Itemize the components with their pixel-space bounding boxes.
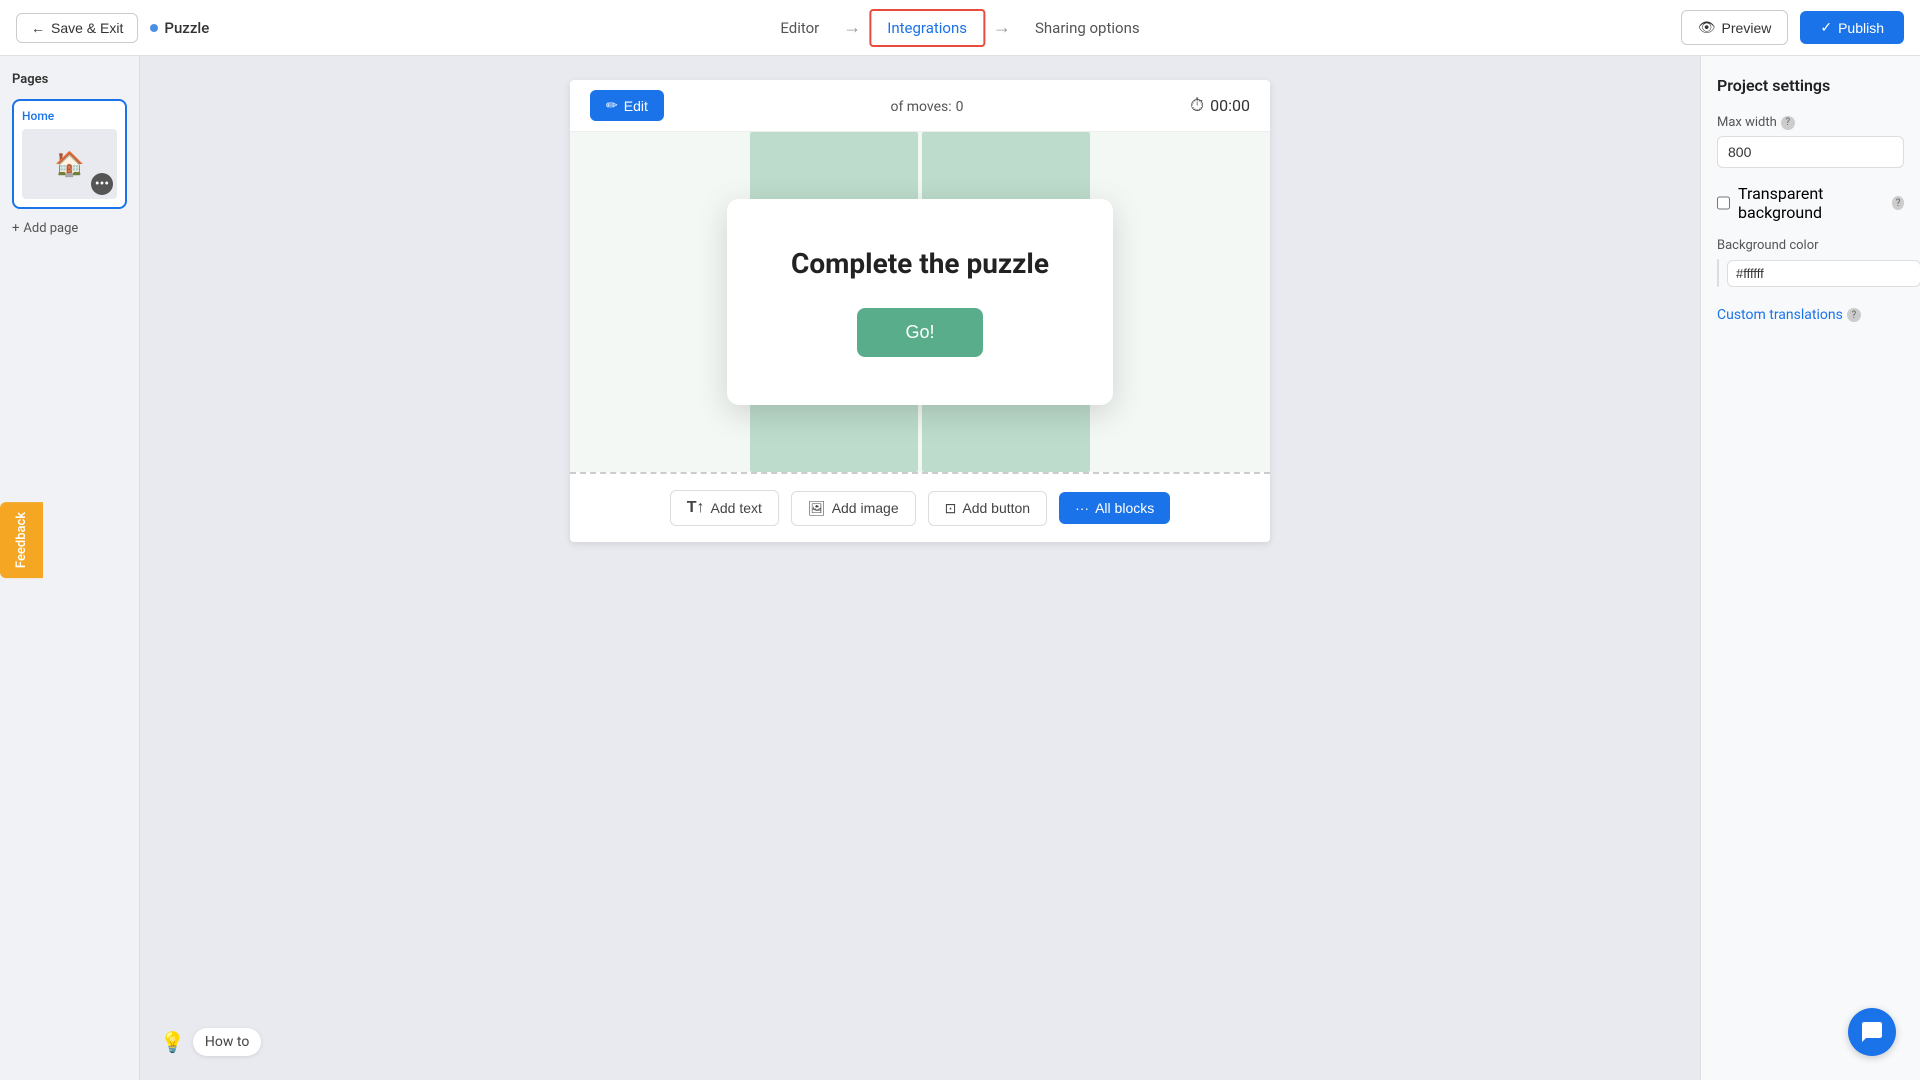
- check-icon: ✓: [1820, 19, 1832, 36]
- bg-color-label: Background color: [1717, 238, 1904, 253]
- edit-button[interactable]: ✏ Edit: [590, 90, 664, 121]
- nav-left: ← Save & Exit Puzzle: [16, 13, 209, 43]
- right-sidebar: Project settings Max width ? Transparent…: [1700, 56, 1920, 1080]
- eye-icon: 👁: [1698, 19, 1716, 36]
- modal-overlay: Complete the puzzle Go!: [570, 132, 1270, 472]
- arrow-left-icon: ←: [31, 20, 45, 36]
- page-card-home[interactable]: Home 🏠 •••: [12, 99, 127, 209]
- add-page-button[interactable]: + Add page: [12, 217, 127, 240]
- puzzle-area: Complete the puzzle Go!: [570, 132, 1270, 472]
- canvas-toolbar: ✏ Edit of moves: 0 ⏱ 00:00: [570, 80, 1270, 132]
- max-width-input[interactable]: [1717, 136, 1904, 168]
- home-icon: 🏠: [55, 150, 85, 178]
- tab-sharing-options[interactable]: Sharing options: [1019, 11, 1156, 45]
- bottom-toolbar: T↑ Add text 🖼 Add image ⊡ Add button ···…: [570, 472, 1270, 542]
- main-area: Pages Home 🏠 ••• + Add page ✏ Edit: [0, 56, 1920, 1080]
- moves-count: 0: [956, 99, 964, 115]
- image-icon: 🖼: [808, 500, 826, 517]
- plus-icon: +: [12, 221, 19, 236]
- moves-display: of moves: 0: [890, 96, 963, 115]
- settings-title: Project settings: [1717, 76, 1904, 95]
- canvas-wrapper: ✏ Edit of moves: 0 ⏱ 00:00: [570, 80, 1270, 542]
- max-width-help-icon[interactable]: ?: [1781, 116, 1795, 130]
- top-navigation: ← Save & Exit Puzzle Editor → Integratio…: [0, 0, 1920, 56]
- timer-icon: ⏱: [1190, 95, 1204, 116]
- preview-button[interactable]: 👁 Preview: [1681, 10, 1789, 45]
- tab-integrations[interactable]: Integrations: [869, 9, 985, 47]
- moves-label: of moves:: [890, 99, 951, 115]
- pages-title: Pages: [12, 72, 127, 87]
- modal-card: Complete the puzzle Go!: [727, 199, 1113, 405]
- page-more-button[interactable]: •••: [91, 173, 113, 195]
- add-text-button[interactable]: T↑ Add text: [670, 490, 779, 526]
- transparent-bg-row: Transparent background ?: [1717, 184, 1904, 222]
- tab-editor[interactable]: Editor: [764, 11, 835, 45]
- blocks-icon: ···: [1075, 500, 1089, 516]
- arrow-right-icon-2: →: [993, 17, 1011, 38]
- chat-fab-button[interactable]: [1848, 1008, 1896, 1056]
- timer-value: 00:00: [1210, 96, 1250, 115]
- add-button-button[interactable]: ⊡ Add button: [928, 491, 1047, 526]
- pencil-icon: ✏: [606, 97, 618, 114]
- project-name: Puzzle: [150, 19, 209, 37]
- save-exit-button[interactable]: ← Save & Exit: [16, 13, 138, 43]
- custom-translations-link[interactable]: Custom translations ?: [1717, 307, 1904, 323]
- arrow-right-icon-1: →: [843, 17, 861, 38]
- all-blocks-button[interactable]: ··· All blocks: [1059, 492, 1170, 524]
- canvas-area: ✏ Edit of moves: 0 ⏱ 00:00: [140, 56, 1700, 1080]
- transparent-bg-help-icon[interactable]: ?: [1892, 196, 1904, 210]
- text-icon: T↑: [687, 499, 705, 517]
- transparent-bg-label: Transparent background: [1738, 184, 1884, 222]
- bg-color-row: Background color: [1717, 238, 1904, 287]
- page-card-home-thumb: 🏠 •••: [22, 129, 117, 199]
- page-card-home-label: Home: [22, 109, 117, 123]
- project-dot: [150, 24, 158, 32]
- max-width-label: Max width ?: [1717, 115, 1904, 130]
- add-image-button[interactable]: 🖼 Add image: [791, 491, 916, 526]
- feedback-tab[interactable]: Feedback: [0, 502, 43, 578]
- nav-center-tabs: Editor → Integrations → Sharing options: [764, 9, 1155, 47]
- custom-translations-help-icon[interactable]: ?: [1847, 308, 1861, 322]
- nav-right: 👁 Preview ✓ Publish: [1681, 10, 1904, 45]
- how-to-text: How to: [193, 1028, 261, 1056]
- publish-button[interactable]: ✓ Publish: [1800, 11, 1904, 44]
- how-to-bar[interactable]: 💡 How to: [160, 1028, 261, 1056]
- color-swatch[interactable]: [1717, 259, 1719, 287]
- modal-title: Complete the puzzle: [791, 247, 1049, 280]
- timer-display: ⏱ 00:00: [1190, 95, 1250, 116]
- go-button[interactable]: Go!: [857, 308, 982, 357]
- bulb-icon: 💡: [160, 1030, 185, 1054]
- more-dots-icon: •••: [95, 177, 109, 191]
- color-hex-input[interactable]: [1727, 260, 1920, 287]
- save-exit-label: Save & Exit: [51, 20, 123, 36]
- chat-icon: [1860, 1020, 1884, 1044]
- transparent-bg-checkbox[interactable]: [1717, 196, 1730, 210]
- bg-color-input-row: [1717, 259, 1904, 287]
- button-icon: ⊡: [945, 500, 957, 517]
